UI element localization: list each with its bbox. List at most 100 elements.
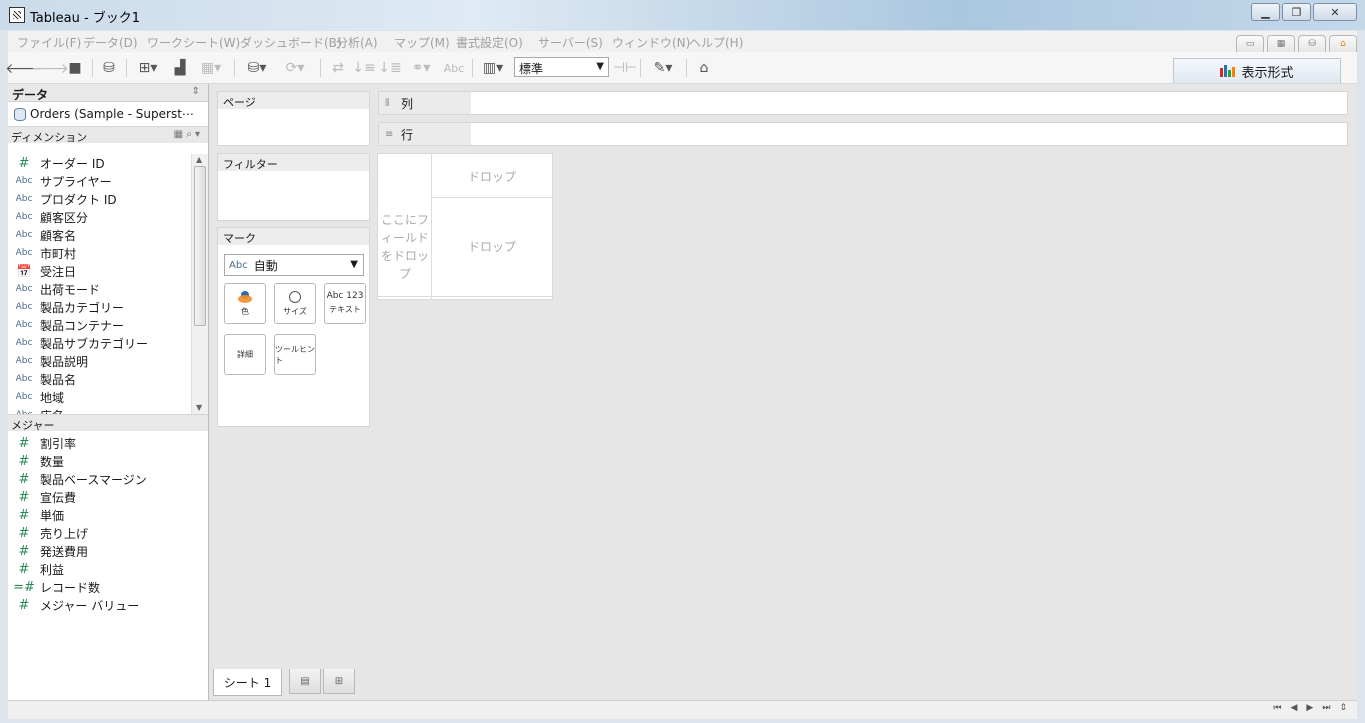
size-button[interactable]: サイズ — [274, 283, 316, 324]
highlight-icon[interactable]: ✎▾ — [648, 59, 678, 77]
color-button[interactable]: 色 — [224, 283, 266, 324]
fix-axes-icon[interactable]: ⊣⊢ — [613, 59, 637, 77]
dimension-scrollbar[interactable]: ▲ ▼ — [191, 154, 208, 414]
field-item[interactable]: Abc サプライヤー — [8, 172, 191, 190]
group-icon[interactable]: ⚭▾ — [406, 59, 436, 77]
rows-shelf[interactable]: ≡ 行 — [378, 122, 1348, 146]
sort-descending-icon[interactable]: ↓≣ — [378, 59, 401, 77]
filters-card[interactable]: フィルター — [217, 153, 370, 221]
data-pane-title: データ — [12, 88, 49, 102]
data-pane: データ ⇕ Orders (Sample - Superst⋯ ディメンション … — [8, 84, 209, 700]
field-item[interactable]: Abc 製品名 — [8, 370, 191, 388]
presentation-mode-icon[interactable]: ⌂ — [694, 59, 714, 77]
data-view-icon[interactable]: ⛁ — [1298, 35, 1326, 52]
string-field-icon: Abc — [15, 302, 33, 312]
menu-analysis[interactable]: 分析(A) — [336, 34, 378, 51]
new-worksheet-icon[interactable]: ▤ — [289, 669, 321, 694]
field-item[interactable]: Abc 顧客名 — [8, 226, 191, 244]
field-item[interactable]: Abc 製品コンテナー — [8, 316, 191, 334]
new-dashboard-icon[interactable]: ⊞ — [323, 669, 355, 694]
field-item[interactable]: Abc 市町村 — [8, 244, 191, 262]
next-sheet-icon[interactable]: ▶ — [1306, 703, 1313, 713]
view-drop-area[interactable]: ドロップ ドロップ ここにフィールドをドロップ — [377, 153, 553, 300]
close-button[interactable]: ✕ — [1313, 3, 1357, 21]
save-icon[interactable]: ■ — [66, 59, 84, 77]
field-item[interactable]: # 利益 — [8, 560, 208, 578]
field-item[interactable]: # 製品ベースマージン — [8, 470, 208, 488]
field-name: 市町村 — [40, 246, 77, 261]
filmstrip-view-icon[interactable]: ▭ — [1236, 35, 1264, 52]
field-name: サプライヤー — [40, 174, 112, 189]
field-item[interactable]: Abc店名 — [8, 406, 191, 415]
pages-card[interactable]: ページ — [217, 91, 370, 146]
swap-icon[interactable]: ⇄ — [328, 59, 348, 77]
restore-button[interactable]: ❐ — [1282, 3, 1311, 21]
columns-shelf[interactable]: ⦀ 列 — [378, 91, 1348, 115]
prev-sheet-icon[interactable]: ◀ — [1291, 703, 1298, 713]
menu-worksheet[interactable]: ワークシート(W) — [147, 34, 240, 51]
sheet-sorter-icon[interactable]: ⇕ — [1339, 703, 1347, 713]
field-item[interactable]: # 数量 — [8, 452, 208, 470]
fit-select[interactable]: 標準 ▼ — [514, 57, 609, 77]
first-sheet-icon[interactable]: ⏮ — [1273, 703, 1281, 713]
field-item[interactable]: Abc 地域 — [8, 388, 191, 406]
datasource-icon[interactable]: ⛁ — [100, 59, 118, 77]
detail-button[interactable]: 詳細 — [224, 334, 266, 375]
drop-zone-top[interactable]: ドロップ — [432, 168, 552, 185]
field-item[interactable]: =# レコード数 — [8, 578, 208, 596]
field-item[interactable]: Abc 顧客区分 — [8, 208, 191, 226]
field-item[interactable]: # 割引率 — [8, 434, 208, 452]
field-item[interactable]: # メジャー バリュー — [8, 596, 208, 614]
dimensions-tools-icon[interactable]: ▦ ⌕ ▾ — [174, 129, 200, 140]
labels-icon[interactable]: Abc — [442, 59, 466, 77]
grid-view-icon[interactable]: ▦ — [1267, 35, 1295, 52]
tooltip-button[interactable]: ツールヒント — [274, 334, 316, 375]
text-button[interactable]: Abc 123 テキスト — [324, 283, 366, 324]
forward-arrow-icon[interactable]: 🡒 — [31, 59, 69, 77]
scroll-up-icon[interactable]: ▲ — [196, 155, 202, 164]
drop-zone-left[interactable]: ここにフィールドをドロップ — [380, 211, 430, 283]
menu-help[interactable]: ヘルプ(H) — [689, 34, 743, 51]
field-item[interactable]: 📅 受注日 — [8, 262, 191, 280]
menu-data[interactable]: データ(D) — [83, 34, 138, 51]
sort-ascending-icon[interactable]: ↓≡ — [352, 59, 375, 77]
duplicate-sheet-icon[interactable]: ▟ — [170, 59, 190, 77]
field-name: 製品ベースマージン — [40, 472, 147, 487]
field-item[interactable]: # 売り上げ — [8, 524, 208, 542]
datasource-item[interactable]: Orders (Sample - Superst⋯ — [8, 102, 208, 126]
drop-zone-center[interactable]: ドロップ — [432, 238, 552, 255]
menu-file[interactable]: ファイル(F) — [17, 34, 81, 51]
field-item[interactable]: # 発送費用 — [8, 542, 208, 560]
mark-type-select[interactable]: Abc 自動 ▼ — [224, 254, 364, 276]
show-me-button[interactable]: 表示形式 — [1173, 58, 1341, 83]
refresh-icon[interactable]: ⟳▾ — [280, 59, 310, 77]
menu-window[interactable]: ウィンドウ(N) — [612, 34, 690, 51]
new-sheet-icon[interactable]: ⊞▾ — [133, 59, 163, 77]
scroll-down-icon[interactable]: ▼ — [196, 403, 202, 412]
last-sheet-icon[interactable]: ⏭ — [1322, 703, 1330, 713]
field-item[interactable]: Abc 製品サブカテゴリー — [8, 334, 191, 352]
pane-toggle-icon[interactable]: ⇕ — [192, 86, 200, 97]
field-item[interactable]: Abc 製品カテゴリー — [8, 298, 191, 316]
menu-server[interactable]: サーバー(S) — [538, 34, 603, 51]
home-icon[interactable]: ⌂ — [1329, 35, 1357, 52]
field-item[interactable]: Abc 出荷モード — [8, 280, 191, 298]
sheet-tab[interactable]: シート 1 — [213, 669, 282, 696]
field-item[interactable]: Abc プロダクト ID — [8, 190, 191, 208]
menu-map[interactable]: マップ(M) — [394, 34, 450, 51]
measures-header: メジャー — [8, 414, 208, 432]
field-name: メジャー バリュー — [40, 598, 140, 613]
database-icon — [14, 107, 26, 121]
field-item[interactable]: # 宣伝費 — [8, 488, 208, 506]
minimize-button[interactable]: ▁ — [1251, 3, 1280, 21]
pause-updates-icon[interactable]: ⛁▾ — [242, 59, 272, 77]
scroll-thumb[interactable] — [194, 166, 206, 326]
field-item[interactable]: # オーダー ID — [8, 154, 191, 172]
clear-sheet-icon[interactable]: ▦▾ — [196, 59, 226, 77]
field-item[interactable]: # 単価 — [8, 506, 208, 524]
menu-dashboard[interactable]: ダッシュボード(B) — [240, 34, 342, 51]
dimension-list: # オーダー ID Abc サプライヤー Abc プロダクト ID Abc 顧客区分 Abc 顧客… — [8, 154, 191, 415]
field-item[interactable]: Abc 製品説明 — [8, 352, 191, 370]
menu-format[interactable]: 書式設定(O) — [456, 34, 523, 51]
chart-type-icon[interactable]: ▥▾ — [478, 59, 508, 77]
